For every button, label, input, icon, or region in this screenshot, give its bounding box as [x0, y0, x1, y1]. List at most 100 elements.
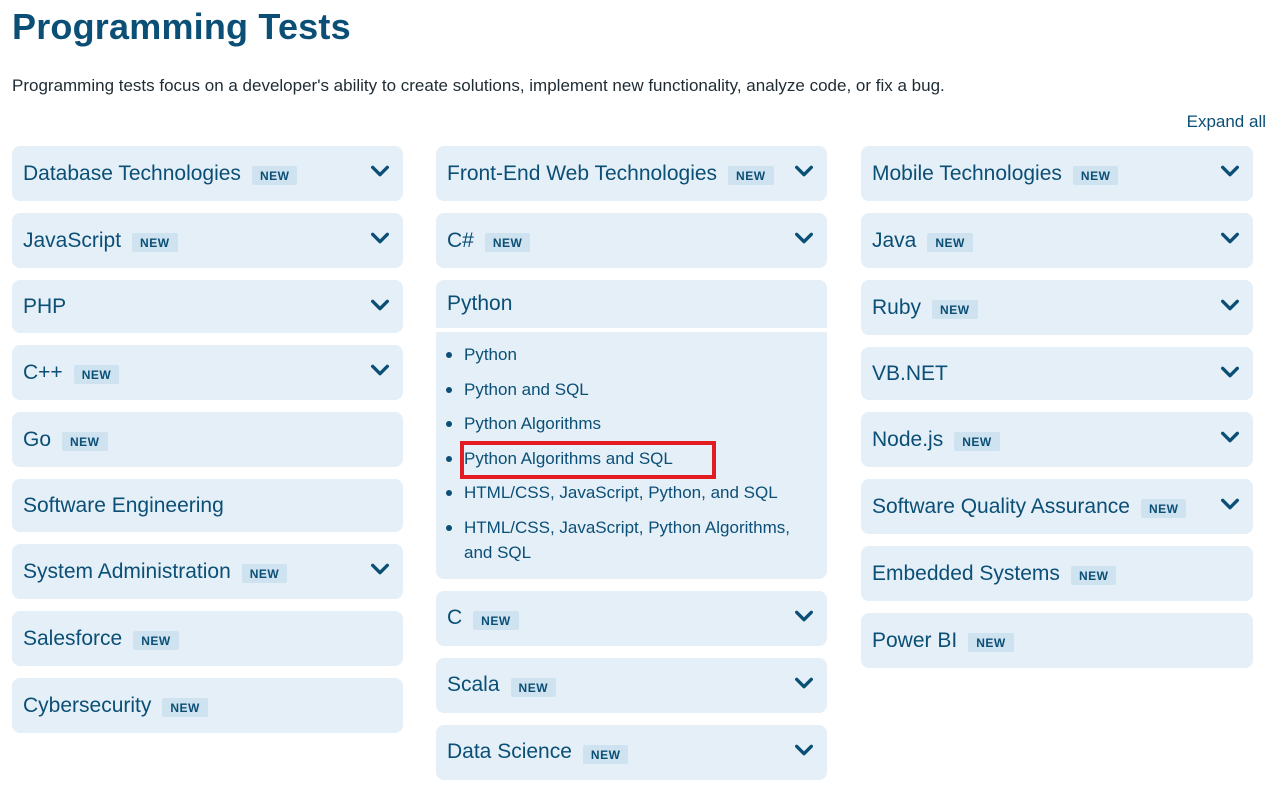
test-link-html-css-javascript-python-algorithms-and-sql[interactable]: HTML/CSS, JavaScript, Python Algorithms,… [446, 515, 815, 565]
category-title: Go [23, 427, 52, 451]
category-title: Java [872, 228, 917, 252]
page-title: Programming Tests [12, 6, 351, 47]
new-badge: NEW [728, 166, 774, 185]
category-title: Mobile Technologies [872, 161, 1062, 185]
chevron-down-icon[interactable] [1219, 294, 1241, 316]
category-title: Ruby [872, 295, 922, 319]
test-link-label: Python and SQL [464, 379, 589, 399]
category-card-power-bi[interactable]: Power BI NEW [861, 613, 1253, 668]
category-card-embedded-systems[interactable]: Embedded Systems NEW [861, 546, 1253, 601]
chevron-down-icon[interactable] [1219, 227, 1241, 249]
category-title: C [447, 606, 463, 629]
category-card-c[interactable]: C# NEW [436, 213, 827, 268]
new-badge: NEW [132, 233, 178, 252]
chevron-down-icon[interactable] [793, 739, 815, 761]
chevron-down-icon[interactable] [369, 558, 391, 580]
chevron-down-icon[interactable] [369, 160, 391, 182]
category-title: C++ [23, 360, 63, 384]
category-title: C# [447, 228, 474, 252]
category-card-scala[interactable]: Scala NEW [436, 657, 827, 713]
category-title: Software Engineering [23, 493, 224, 517]
test-link-html-css-javascript-python-and-sql[interactable]: HTML/CSS, JavaScript, Python, and SQL [446, 480, 815, 505]
new-badge: NEW [1072, 166, 1119, 185]
category-title: Python [447, 292, 513, 315]
category-test-list: Python Python and SQL Python Algorithms Pyt… [436, 332, 827, 579]
category-title: VB.NET [872, 361, 948, 385]
new-badge: NEW [133, 631, 179, 650]
category-title: PHP [23, 294, 67, 318]
category-title: Embedded Systems [872, 561, 1060, 585]
category-card-javascript[interactable]: JavaScript NEW [12, 213, 403, 268]
new-badge: NEW [484, 233, 531, 252]
category-title: Data Science [447, 740, 572, 763]
category-header-python[interactable]: Python [436, 280, 827, 332]
chevron-down-icon[interactable] [369, 294, 391, 316]
new-badge: NEW [927, 233, 973, 252]
category-card-software-engineering[interactable]: Software Engineering [12, 479, 403, 532]
new-badge: NEW [932, 300, 978, 319]
category-card-cybersecurity[interactable]: Cybersecurity NEW [12, 678, 403, 733]
category-card-database-technologies[interactable]: Database Technologies NEW [12, 146, 403, 201]
chevron-down-icon[interactable] [1219, 160, 1241, 182]
chevron-down-icon[interactable] [1219, 426, 1241, 448]
category-title: Scala [447, 673, 500, 696]
category-card-c[interactable]: C++ NEW [12, 345, 403, 400]
test-link-python-and-sql[interactable]: Python and SQL [446, 377, 815, 402]
new-badge: NEW [954, 432, 1000, 451]
category-title: Cybersecurity [23, 693, 152, 717]
category-card-front-end-web-technologies[interactable]: Front-End Web Technologies NEW [436, 146, 827, 201]
new-badge: NEW [62, 432, 108, 451]
category-title: System Administration [23, 559, 231, 583]
category-card-go[interactable]: Go NEW [12, 412, 403, 467]
new-badge: NEW [510, 677, 557, 697]
test-link-python-algorithms-and-sql[interactable]: Python Algorithms and SQL [446, 440, 815, 479]
new-badge: NEW [582, 744, 629, 764]
test-link-python-algorithms[interactable]: Python Algorithms [446, 411, 815, 436]
new-badge: NEW [241, 564, 288, 583]
new-badge: NEW [1070, 566, 1117, 585]
new-badge: NEW [1140, 499, 1187, 518]
test-link-label: Python [464, 345, 517, 364]
test-link-label: Python Algorithms [464, 414, 602, 433]
category-card-system-administration[interactable]: System Administration NEW [12, 544, 403, 599]
chevron-down-icon[interactable] [369, 227, 391, 249]
category-title: Software Quality Assurance [872, 494, 1130, 518]
category-card-software-quality-assurance[interactable]: Software Quality Assurance NEW [861, 479, 1253, 534]
category-card-php[interactable]: PHP [12, 280, 403, 333]
category-card-ruby[interactable]: Ruby NEW [861, 280, 1253, 335]
chevron-down-icon[interactable] [793, 672, 815, 694]
category-title: JavaScript [23, 228, 122, 252]
new-badge: NEW [251, 166, 298, 185]
page-intro: Programming tests focus on a developer's… [12, 76, 945, 95]
chevron-down-icon[interactable] [793, 605, 815, 627]
new-badge: NEW [968, 633, 1014, 652]
test-link-label: HTML/CSS, JavaScript, Python Algorithms,… [464, 517, 790, 562]
chevron-down-icon[interactable] [1219, 493, 1241, 515]
chevron-down-icon[interactable] [1219, 361, 1241, 383]
chevron-down-icon[interactable] [793, 160, 815, 182]
category-card-java[interactable]: Java NEW [861, 213, 1253, 268]
category-card-python: Python Python Python and SQL Python Algorit… [436, 280, 827, 579]
chevron-down-icon[interactable] [793, 227, 815, 249]
category-card-salesforce[interactable]: Salesforce NEW [12, 611, 403, 666]
chevron-down-icon[interactable] [369, 359, 391, 381]
column-3: Mobile Technologies NEW Java NEW Ruby NEW VB.N… [861, 146, 1253, 680]
category-title: Salesforce [23, 626, 123, 650]
category-card-vb-net[interactable]: VB.NET [861, 347, 1253, 400]
category-title: Database Technologies [23, 161, 241, 185]
category-title: Node.js [872, 427, 944, 451]
test-link-label: HTML/CSS, JavaScript, Python, and SQL [464, 483, 778, 502]
test-link-label: Python Algorithms and SQL [464, 448, 673, 468]
expand-all-link[interactable]: Expand all [1187, 112, 1266, 132]
category-card-c[interactable]: C NEW [436, 590, 827, 646]
new-badge: NEW [73, 365, 120, 384]
new-badge: NEW [162, 698, 208, 717]
category-card-data-science[interactable]: Data Science NEW [436, 724, 827, 780]
new-badge: NEW [473, 610, 519, 630]
category-card-mobile-technologies[interactable]: Mobile Technologies NEW [861, 146, 1253, 201]
column-1: Database Technologies NEW JavaScript NEW PHP… [12, 146, 403, 745]
category-title: Power BI [872, 628, 958, 652]
category-card-node-js[interactable]: Node.js NEW [861, 412, 1253, 467]
test-link-python[interactable]: Python [446, 342, 815, 367]
column-2: Front-End Web Technologies NEW C# NEW Python… [436, 146, 827, 792]
